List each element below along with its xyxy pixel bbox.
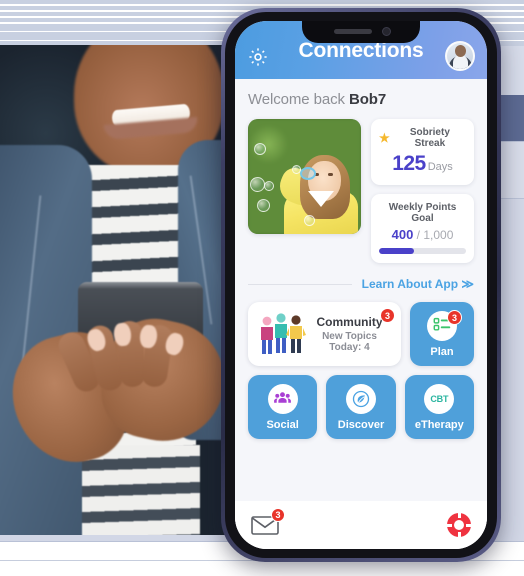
plan-label: Plan — [430, 345, 454, 358]
phone-screen: Connections Welcome back Bob7 ★ Sobriety… — [235, 21, 487, 549]
tile-row-2: Social Discover CBT eTherapy — [248, 375, 474, 439]
sobriety-streak-unit: Days — [427, 161, 453, 173]
community-text: Community New Topics Today: 4 — [308, 315, 391, 353]
tile-discover[interactable]: Discover — [326, 375, 396, 439]
bottom-navigation-bar: 3 — [235, 501, 487, 549]
learn-about-app-link[interactable]: Learn About App ≫ — [362, 277, 474, 291]
discover-label: Discover — [337, 418, 385, 431]
phone-notch — [302, 21, 420, 43]
screenshot-stage: Connections Welcome back Bob7 ★ Sobriety… — [0, 0, 524, 576]
weekly-points-separator: / — [413, 228, 424, 242]
app-content: Welcome back Bob7 ★ Sobriety Streak 125 … — [235, 79, 487, 549]
community-subtitle: New Topics Today: 4 — [322, 331, 377, 353]
learn-about-app-row: Learn About App ≫ — [248, 277, 474, 291]
cbt-icon-text: CBT — [430, 393, 449, 404]
people-group-icon — [267, 383, 298, 414]
messages-button[interactable]: 3 — [251, 508, 285, 536]
weekly-points-value-row: 400 / 1,000 — [379, 227, 466, 242]
tile-social[interactable]: Social — [248, 375, 318, 439]
messages-badge: 3 — [271, 508, 285, 522]
tile-row-1: 3 Community New Topics Today: 4 3 Plan — [248, 302, 474, 366]
plan-badge: 3 — [447, 310, 462, 325]
gear-icon[interactable] — [247, 46, 269, 68]
sobriety-streak-value-row: 125 Days — [379, 152, 466, 176]
weekly-points-progress-track — [379, 248, 466, 254]
social-label: Social — [266, 418, 299, 431]
speaker-grille-icon — [334, 29, 372, 34]
community-people-icon — [256, 310, 308, 358]
hero-row: ★ Sobriety Streak 125 Days Weekly Points … — [248, 119, 474, 263]
weekly-points-label: Weekly Points Goal — [388, 202, 457, 224]
cbt-icon: CBT — [424, 383, 455, 414]
weekly-points-progress-fill — [379, 248, 414, 254]
background-photo-person — [0, 45, 229, 535]
hero-photo-card[interactable] — [248, 119, 361, 234]
sobriety-streak-value: 125 — [392, 152, 426, 175]
sobriety-streak-header: ★ Sobriety Streak — [379, 127, 466, 149]
sobriety-streak-card[interactable]: ★ Sobriety Streak 125 Days — [371, 119, 474, 185]
community-title: Community — [316, 315, 383, 329]
avatar[interactable] — [445, 41, 475, 71]
weekly-points-current: 400 — [391, 227, 414, 242]
phone-mockup: Connections Welcome back Bob7 ★ Sobriety… — [221, 8, 501, 562]
life-ring-icon[interactable] — [447, 513, 471, 537]
tile-plan[interactable]: 3 Plan — [410, 302, 474, 366]
welcome-username: Bob7 — [348, 91, 387, 108]
welcome-greeting: Welcome back — [248, 91, 349, 108]
tile-etherapy[interactable]: CBT eTherapy — [404, 375, 474, 439]
front-camera-icon — [382, 27, 391, 36]
welcome-message: Welcome back Bob7 — [248, 91, 474, 108]
community-badge: 3 — [380, 308, 395, 323]
stats-column: ★ Sobriety Streak 125 Days Weekly Points … — [371, 119, 474, 263]
star-icon: ★ — [379, 131, 390, 145]
divider — [248, 283, 352, 285]
etherapy-label: eTherapy — [414, 418, 464, 431]
weekly-points-card[interactable]: Weekly Points Goal 400 / 1,000 — [371, 194, 474, 263]
weekly-points-target: 1,000 — [423, 228, 454, 242]
sobriety-streak-label: Sobriety Streak — [409, 127, 450, 149]
tile-community[interactable]: 3 Community New Topics Today: 4 — [248, 302, 401, 366]
compass-leaf-icon — [345, 383, 376, 414]
